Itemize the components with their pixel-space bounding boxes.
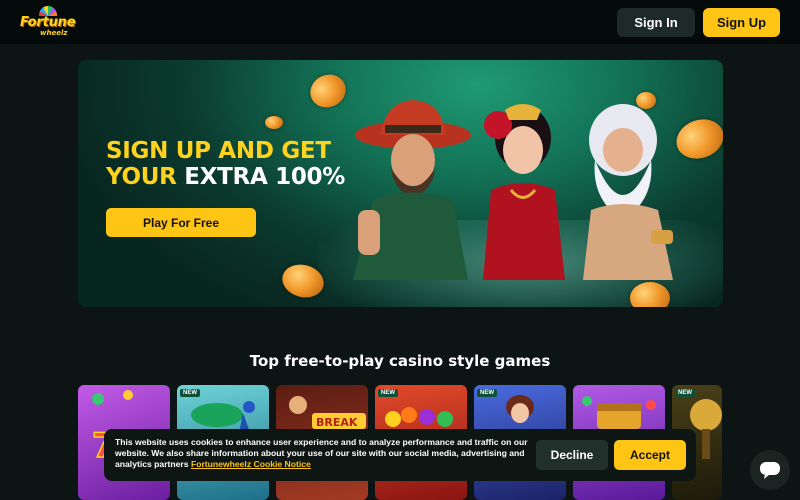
sign-in-button[interactable]: Sign In (617, 8, 695, 37)
new-badge: NEW (675, 389, 695, 397)
chat-button[interactable] (750, 450, 790, 490)
hero-title-your: YOUR (106, 164, 177, 190)
accept-button[interactable]: Accept (614, 440, 686, 470)
coin-icon (630, 282, 670, 307)
section-title: Top free-to-play casino style games (249, 352, 551, 370)
new-badge: NEW (477, 389, 497, 397)
logo-text: Fortune (20, 15, 76, 30)
coin-icon (265, 116, 283, 129)
cookie-text-block: This website uses cookies to enhance use… (115, 437, 535, 470)
svg-text:BREAK: BREAK (316, 416, 358, 429)
new-badge: NEW (180, 389, 200, 397)
hero-title: SIGN UP AND GET YOUR EXTRA 100% (106, 138, 345, 190)
top-bar: Fortune wheelz Sign In Sign Up (0, 0, 800, 44)
decline-button[interactable]: Decline (536, 440, 608, 470)
new-badge: NEW (378, 389, 398, 397)
logo-subtext: wheelz (40, 29, 68, 37)
hero-title-line1: SIGN UP AND GET (106, 138, 331, 164)
play-for-free-button[interactable]: Play For Free (106, 208, 256, 237)
sign-up-button[interactable]: Sign Up (703, 8, 780, 37)
hero-characters-illustration (353, 100, 673, 280)
hero-title-extra: EXTRA 100% (184, 164, 346, 190)
hero-banner: SIGN UP AND GET YOUR EXTRA 100% Play For… (78, 60, 723, 307)
cookie-banner: This website uses cookies to enhance use… (104, 429, 696, 481)
cookie-text: This website uses cookies to enhance use… (115, 437, 528, 469)
fortunewheelz-logo[interactable]: Fortune wheelz (18, 6, 78, 40)
cookie-notice-link[interactable]: Fortunewheelz Cookie Notice (191, 459, 311, 469)
chat-bubble-icon (760, 462, 780, 479)
